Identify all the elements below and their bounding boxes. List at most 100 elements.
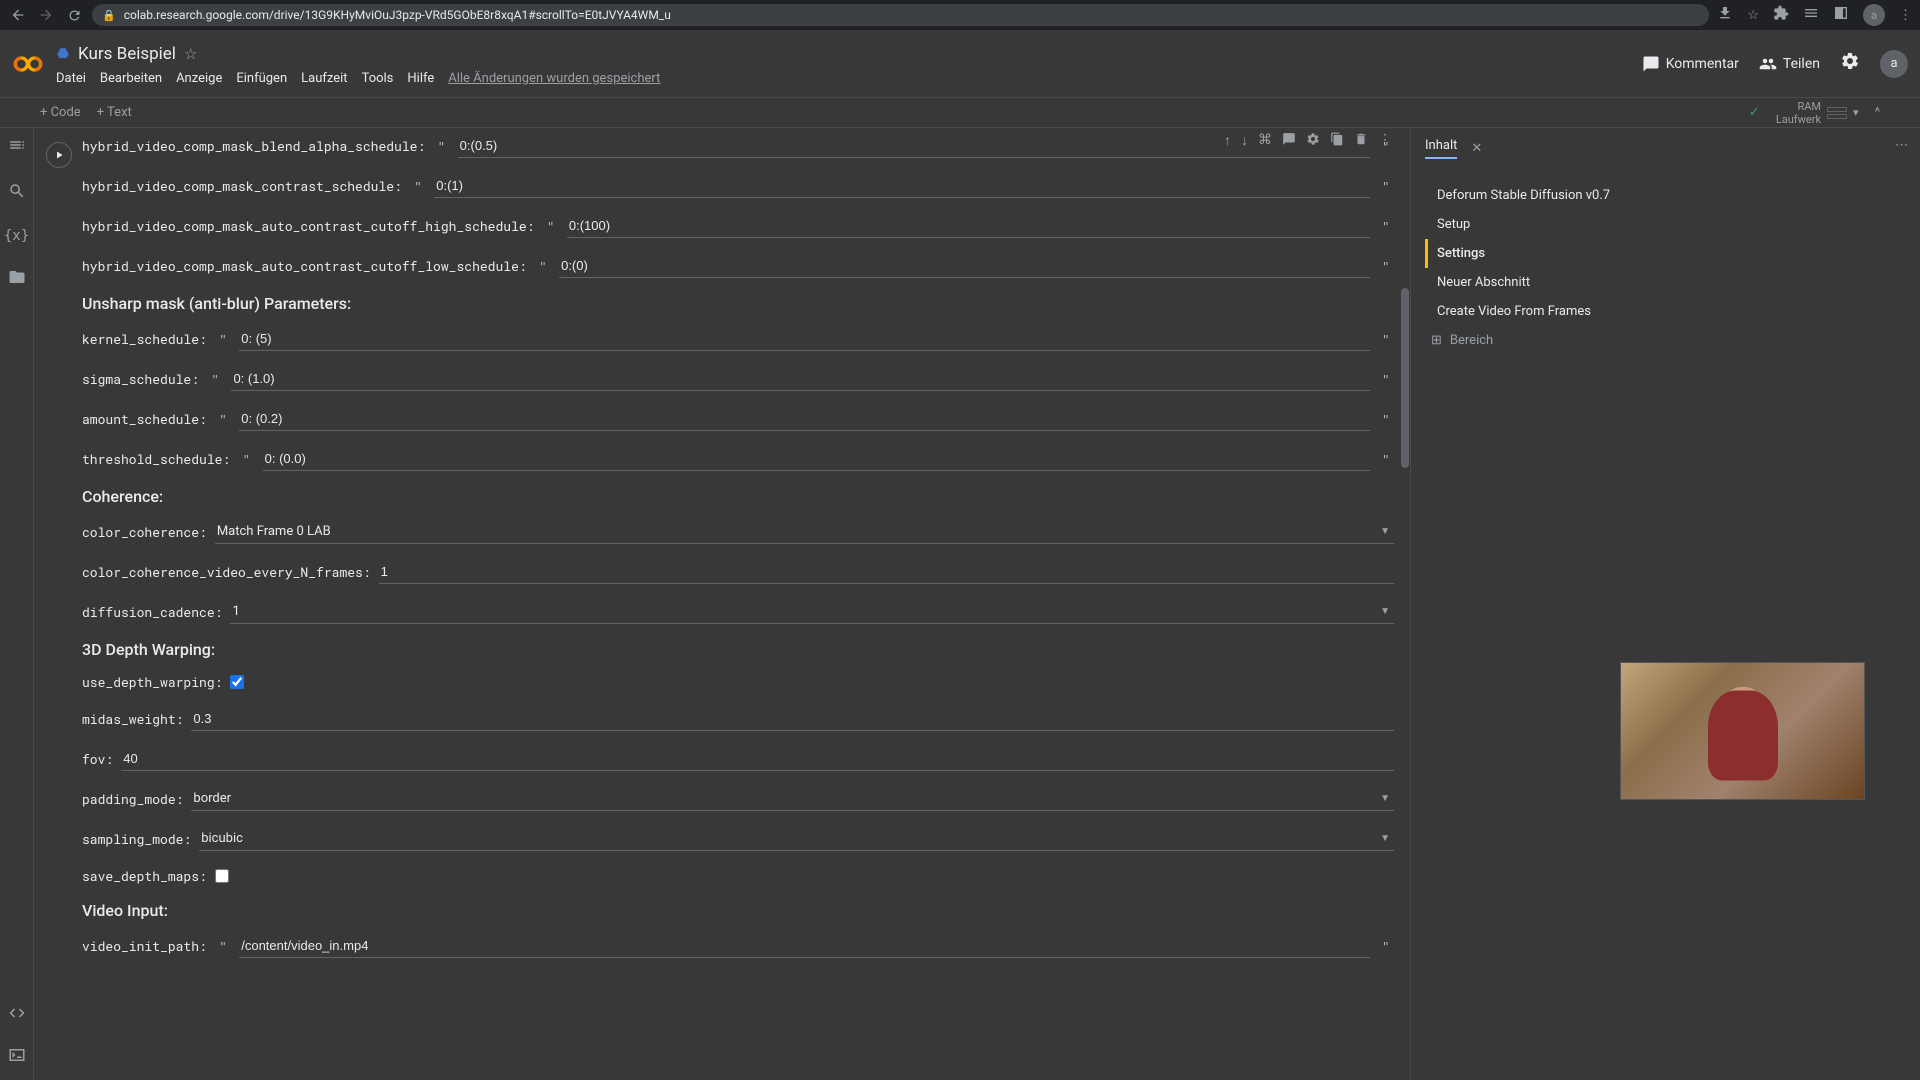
section-depth: 3D Depth Warping: [82,640,1394,659]
diffusion-cadence-select[interactable]: 1▼ [230,600,1394,624]
color-coherence-select[interactable]: Match Frame 0 LAB▼ [215,520,1394,544]
field-label: use_depth_warping: [82,673,222,691]
user-avatar[interactable]: a [1880,50,1908,78]
section-unsharp: Unsharp mask (anti-blur) Parameters: [82,294,1394,313]
bookmark-icon[interactable]: ☆ [1747,8,1759,23]
browser-avatar[interactable]: a [1863,4,1885,26]
menu-laufzeit[interactable]: Laufzeit [301,71,347,86]
close-icon[interactable]: ✕ [1471,141,1482,156]
scrollbar[interactable] [1401,288,1409,468]
sidepanel-icon[interactable] [1833,5,1849,25]
add-section-button[interactable]: ⊞ Bereich [1425,326,1906,355]
midas-weight-input[interactable] [191,707,1394,731]
hybrid-contrast-input[interactable] [434,174,1369,198]
toc-more-icon[interactable]: ⋯ [1895,138,1908,153]
cell-settings-icon[interactable] [1306,132,1320,150]
notebook-title[interactable]: Kurs Beispiel [78,44,176,64]
amount-input[interactable] [239,407,1369,431]
toc-item[interactable]: Create Video From Frames [1425,297,1906,326]
chrome-actions: ☆ a ⋮ [1717,4,1912,26]
fov-input[interactable] [121,747,1394,771]
colab-header: Kurs Beispiel ☆ Datei Bearbeiten Anzeige… [0,30,1920,98]
threshold-input[interactable] [263,447,1370,471]
comment-button[interactable]: Kommentar [1642,55,1739,73]
field-label: threshold_schedule: [82,450,230,468]
resource-indicator[interactable]: RAM Laufwerk ▾ [1776,100,1859,126]
code-snippets-icon[interactable] [8,1004,26,1026]
menu-tools[interactable]: Tools [362,71,394,86]
reading-list-icon[interactable] [1803,5,1819,25]
toc-tab[interactable]: Inhalt [1425,138,1457,159]
hybrid-cutoff-high-input[interactable] [567,214,1370,238]
search-icon[interactable] [8,182,26,204]
use-depth-checkbox[interactable] [230,675,244,689]
toc-item[interactable]: Deforum Stable Diffusion v0.7 [1425,181,1906,210]
field-label: diffusion_cadence: [82,603,222,621]
share-button[interactable]: Teilen [1759,55,1820,73]
terminal-icon[interactable] [8,1046,26,1068]
url-bar[interactable]: 🔒 colab.research.google.com/drive/13G9KH… [92,4,1709,26]
menu-anzeige[interactable]: Anzeige [176,71,222,86]
move-down-icon[interactable]: ↓ [1241,132,1248,150]
field-label: color_coherence_video_every_N_frames: [82,563,371,581]
chevron-down-icon[interactable]: ▾ [1853,106,1859,119]
link-icon[interactable]: ⌘ [1258,132,1272,150]
mirror-icon[interactable] [1330,132,1344,150]
field-label: hybrid_video_comp_mask_contrast_schedule… [82,177,402,195]
toc-item-active[interactable]: Settings [1425,239,1906,268]
menu-datei[interactable]: Datei [56,71,86,86]
field-label: hybrid_video_comp_mask_blend_alpha_sched… [82,137,425,155]
toolbar: + Code + Text ✓ RAM Laufwerk ▾ ^ [0,98,1920,128]
settings-icon[interactable] [1840,51,1860,76]
chevron-down-icon: ▼ [1380,833,1390,844]
extensions-icon[interactable] [1773,5,1789,25]
toc-panel: ⋯ Inhalt ✕ Deforum Stable Diffusion v0.7… [1410,128,1920,1080]
delete-icon[interactable] [1354,132,1368,150]
star-icon[interactable]: ☆ [184,45,197,63]
install-icon[interactable] [1717,5,1733,25]
chevron-down-icon: ▼ [1380,606,1390,617]
url-text: colab.research.google.com/drive/13G9KHyM… [124,8,671,22]
toc-item[interactable]: Neuer Abschnitt [1425,268,1906,297]
toc-item[interactable]: Setup [1425,210,1906,239]
field-label: color_coherence: [82,523,207,541]
sampling-mode-select[interactable]: bicubic▼ [199,827,1394,851]
video-path-input[interactable] [239,934,1369,958]
field-label: midas_weight: [82,710,183,728]
menu-bearbeiten[interactable]: Bearbeiten [100,71,162,86]
files-icon[interactable] [8,268,26,290]
collapse-icon[interactable]: ^ [1875,105,1880,120]
browser-menu-icon[interactable]: ⋮ [1899,8,1912,23]
field-label: sampling_mode: [82,830,191,848]
add-text-button[interactable]: + Text [97,105,132,120]
save-status[interactable]: Alle Änderungen wurden gespeichert [448,71,660,86]
save-depth-maps-checkbox[interactable] [215,869,229,883]
comment-cell-icon[interactable] [1282,132,1296,150]
menu-hilfe[interactable]: Hilfe [407,71,434,86]
move-up-icon[interactable]: ↑ [1224,132,1231,150]
reload-button[interactable] [64,5,84,25]
padding-mode-select[interactable]: border▼ [191,787,1394,811]
menu-bar: Datei Bearbeiten Anzeige Einfügen Laufze… [56,71,1642,86]
field-label: video_init_path: [82,937,207,955]
browser-chrome: 🔒 colab.research.google.com/drive/13G9KH… [0,0,1920,30]
add-code-button[interactable]: + Code [40,105,81,120]
more-icon[interactable]: ⋮ [1378,132,1392,150]
kernel-input[interactable] [239,327,1369,351]
hybrid-cutoff-low-input[interactable] [559,254,1370,278]
field-label: hybrid_video_comp_mask_auto_contrast_cut… [82,257,527,275]
forward-button[interactable] [36,5,56,25]
back-button[interactable] [8,5,28,25]
connected-icon: ✓ [1749,105,1760,120]
variables-icon[interactable]: {x} [4,228,29,244]
webcam-overlay[interactable] [1620,662,1865,800]
colab-logo[interactable] [12,48,44,80]
sigma-input[interactable] [231,367,1369,391]
toc-icon[interactable] [8,136,26,158]
field-label: save_depth_maps: [82,867,207,885]
notebook-pane[interactable]: ↑ ↓ ⌘ ⋮ hybrid_video_comp_mask_blend_alp… [34,128,1410,1080]
menu-einfuegen[interactable]: Einfügen [236,71,287,86]
field-label: padding_mode: [82,790,183,808]
run-cell-button[interactable] [46,142,72,168]
every-n-frames-input[interactable] [379,560,1394,584]
